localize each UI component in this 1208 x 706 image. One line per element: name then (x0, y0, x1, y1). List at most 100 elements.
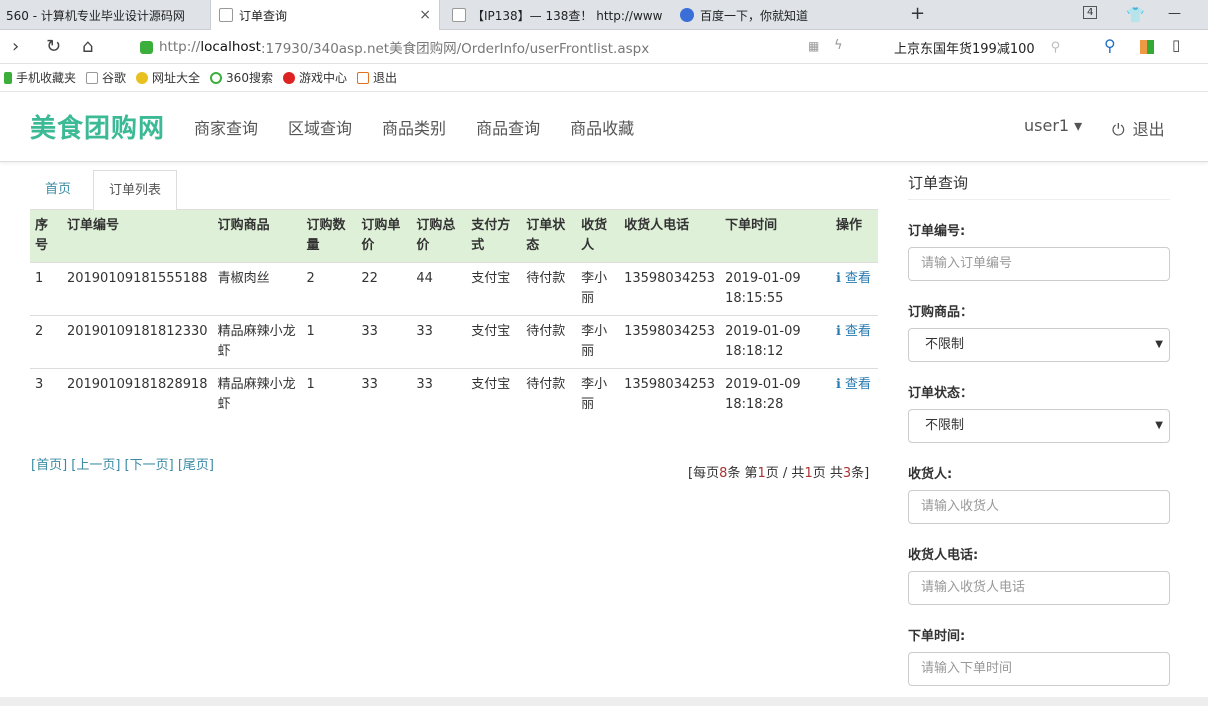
bookmark-mobile[interactable]: 手机收藏夹 (4, 69, 76, 86)
table-cell: 33 (411, 368, 467, 421)
apps-icon[interactable] (1140, 40, 1154, 54)
tab-home[interactable]: 首页 (30, 170, 86, 210)
browser-tab[interactable]: 【IP138】— 138查！ http://www (444, 0, 666, 30)
browser-tab[interactable]: 560 - 计算机专业毕业设计源码网 (0, 0, 200, 30)
column-header: 订购总价 (411, 210, 467, 263)
site-navbar: 美食团购网 商家查询 区域查询 商品类别 商品查询 商品收藏 user1 ▾ ⏻… (0, 92, 1208, 162)
browser-tab-active[interactable]: 订单查询 × (210, 0, 440, 30)
forward-icon[interactable]: › (12, 36, 19, 57)
site-logo[interactable]: 美食团购网 (30, 108, 165, 145)
table-cell: 支付宝 (466, 315, 522, 369)
table-cell: 33 (356, 368, 412, 421)
browser-search-box[interactable]: 上京东国年货199减100 ⚲ (888, 34, 1088, 60)
status-select[interactable]: 不限制 ▼ (908, 409, 1170, 443)
menu-region-search[interactable]: 区域查询 (288, 115, 352, 139)
menu-favorites[interactable]: 商品收藏 (570, 115, 634, 139)
baidu-icon (680, 8, 694, 22)
hao-icon (136, 71, 149, 84)
address-toolbar: › ↻ ⌂ http://localhost:17930/340asp.net美… (0, 30, 1208, 64)
bookmark-google[interactable]: 谷歌 (86, 69, 126, 86)
time-input[interactable]: 请输入下单时间 (908, 652, 1170, 686)
logout-label: 退出 (1132, 120, 1165, 139)
table-cell: 1 (30, 262, 62, 316)
order-search-panel: 订单查询 订单编号: 请输入订单编号 订购商品： 不限制 ▼ 订单状态： 不限制 ▼… (908, 162, 1170, 706)
table-cell: 2019-01-09 18:18:12 (720, 315, 831, 369)
tab-title: 订单查询 (239, 8, 288, 23)
menu-product-search[interactable]: 商品查询 (476, 115, 540, 139)
column-header: 序号 (30, 210, 62, 263)
close-icon[interactable]: × (419, 7, 431, 23)
column-header: 订单状态 (521, 210, 577, 263)
qr-icon[interactable]: ▦ (808, 39, 819, 53)
phone-label: 收货人电话: (908, 548, 979, 563)
view-link[interactable]: ℹ 查看 (830, 368, 878, 421)
product-select[interactable]: 不限制 ▼ (908, 328, 1170, 362)
pagination[interactable]: [首页] [上一页] [下一页] [尾页] (31, 454, 214, 473)
bookmark-hao[interactable]: 网址大全 (136, 69, 200, 86)
logout-button[interactable]: ⏻ 退出 (1112, 116, 1165, 140)
column-header: 下单时间 (720, 210, 831, 263)
bookmark-360[interactable]: 360搜索 (210, 69, 273, 86)
bookmarks-bar: 手机收藏夹 谷歌 网址大全 360搜索 游戏中心 退出 (0, 64, 1208, 92)
reader-icon[interactable]: ▯ (1172, 36, 1180, 54)
lightning-icon[interactable]: ϟ (834, 38, 843, 53)
page-info-text: 条] (851, 466, 870, 481)
column-header: 订购数量 (301, 210, 357, 263)
column-header: 订单编号 (61, 210, 213, 263)
view-link[interactable]: ℹ 查看 (830, 315, 878, 369)
panel-title: 订单查询 (908, 162, 1170, 200)
tab-count-badge[interactable]: 4 (1083, 6, 1098, 19)
search-icon[interactable]: ⚲ (1051, 40, 1061, 55)
table-cell: 20190109181555188 (61, 262, 213, 316)
menu-category[interactable]: 商品类别 (382, 115, 446, 139)
url-bar[interactable]: http://localhost:17930/340asp.net美食团购网/O… (130, 34, 875, 60)
bookmark-label: 游戏中心 (298, 71, 347, 85)
order-no-label: 订单编号: (908, 224, 966, 239)
menu-merchant-search[interactable]: 商家查询 (194, 115, 258, 139)
order-no-input[interactable]: 请输入订单编号 (908, 247, 1170, 281)
new-tab-button[interactable]: + (910, 3, 925, 24)
user-dropdown[interactable]: user1 ▾ (1024, 116, 1082, 135)
product-select-value: 不限制 (925, 337, 965, 352)
page-info-text: 页 / 共 (765, 466, 805, 481)
page-icon (86, 71, 99, 84)
table-cell: 待付款 (521, 368, 577, 421)
table-cell: 13598034253 (619, 368, 721, 421)
table-cell: 20190109181828918 (61, 368, 213, 421)
table-cell: 李小丽 (576, 368, 620, 421)
table-cell: 22 (356, 262, 412, 316)
table-cell: 支付宝 (466, 262, 522, 316)
column-header: 支付方式 (466, 210, 522, 263)
browser-tab[interactable]: 百度一下，你就知道 (672, 0, 897, 30)
table-cell: 2 (301, 262, 357, 316)
status-label: 订单状态： (908, 386, 974, 401)
receiver-input[interactable]: 请输入收货人 (908, 490, 1170, 524)
tab-title: 【IP138】— 138查！ http://www (472, 8, 663, 23)
bookmark-games[interactable]: 游戏中心 (282, 69, 347, 86)
tab-title: 560 - 计算机专业毕业设计源码网 (6, 8, 185, 23)
column-header: 收货人 (576, 210, 620, 263)
phone-icon (4, 71, 12, 84)
page-info: [每页8条 第1页 / 共1页 共3条] (688, 462, 869, 481)
page-info-text: 条 第 (727, 466, 758, 481)
minimize-button[interactable]: — (1168, 6, 1181, 21)
magnifier-icon[interactable]: ⚲ (1104, 36, 1116, 55)
bookmark-exit[interactable]: 退出 (356, 69, 397, 86)
phone-input[interactable]: 请输入收货人电话 (908, 571, 1170, 605)
bookmark-label: 退出 (372, 71, 397, 85)
table-cell: 1 (301, 315, 357, 369)
column-header: 收货人电话 (619, 210, 721, 263)
reload-icon[interactable]: ↻ (46, 36, 61, 57)
table-row: 2 20190109181812330 精品麻辣小龙虾 1 33 33 支付宝 待付款 李小丽 1… (30, 315, 878, 369)
table-cell: 33 (356, 315, 412, 369)
page-info-text: 页 共 (812, 466, 843, 481)
tab-order-list[interactable]: 订单列表 (93, 170, 178, 211)
view-link[interactable]: ℹ 查看 (830, 262, 878, 316)
page-icon (452, 8, 466, 22)
time-label: 下单时间: (908, 629, 966, 644)
home-icon[interactable]: ⌂ (82, 36, 93, 57)
table-cell: 3 (30, 368, 62, 421)
order-table: 序号 订单编号 订购商品 订购数量 订购单价 订购总价 支付方式 订单状态 收货人 收货人电话 下单… (30, 210, 878, 421)
shirt-icon[interactable]: 👕 (1126, 6, 1145, 24)
page-icon (219, 8, 233, 22)
